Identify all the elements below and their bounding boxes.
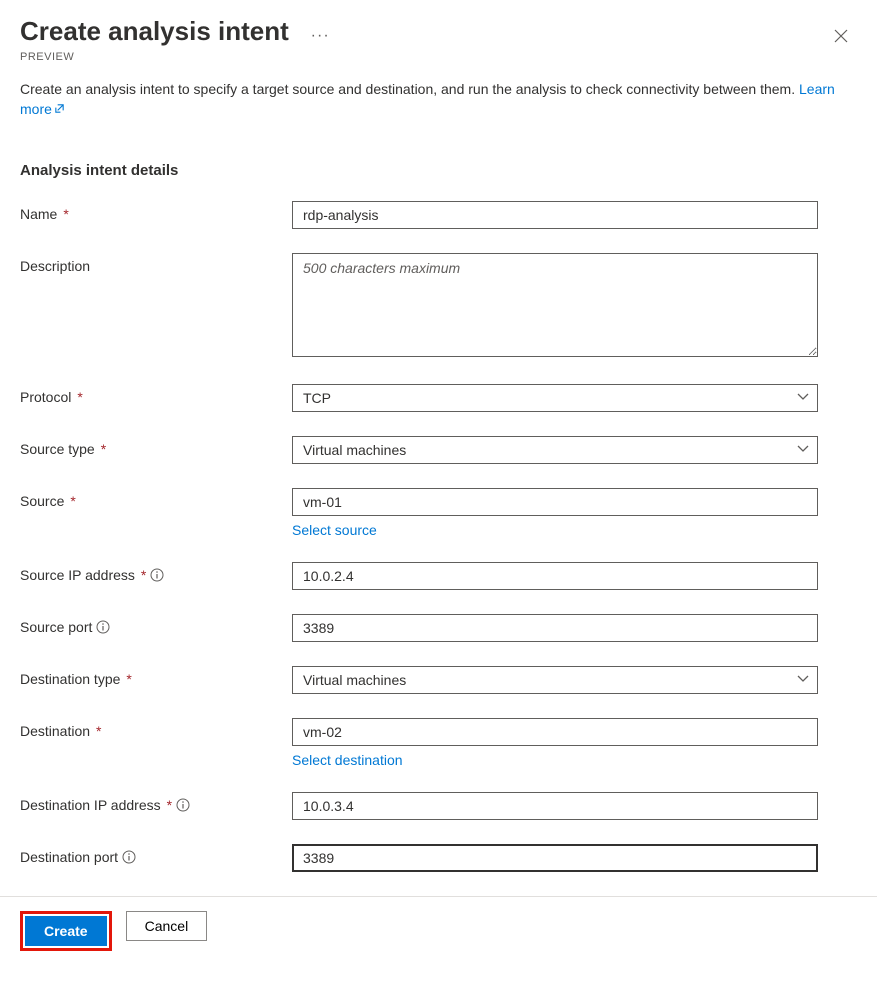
protocol-value: TCP (303, 390, 331, 406)
label-destination-type: Destination type* (20, 666, 292, 687)
protocol-select[interactable]: TCP (292, 384, 818, 412)
select-source-link[interactable]: Select source (292, 522, 377, 538)
label-description: Description (20, 253, 292, 274)
info-icon (122, 850, 136, 864)
chevron-down-icon (797, 442, 809, 458)
label-destination-ip: Destination IP address* (20, 792, 292, 813)
intro-text: Create an analysis intent to specify a t… (20, 79, 857, 120)
source-ip-input[interactable] (292, 562, 818, 590)
cancel-button[interactable]: Cancel (126, 911, 208, 941)
chevron-down-icon (797, 672, 809, 688)
info-icon (176, 798, 190, 812)
description-input[interactable] (292, 253, 818, 357)
page-title: Create analysis intent (20, 16, 289, 47)
external-link-icon (54, 103, 65, 114)
more-icon[interactable]: ··· (311, 27, 330, 45)
label-name: Name* (20, 201, 292, 222)
info-icon (150, 568, 164, 582)
label-source-port: Source port (20, 614, 292, 635)
select-destination-link[interactable]: Select destination (292, 752, 403, 768)
label-protocol: Protocol* (20, 384, 292, 405)
chevron-down-icon (797, 390, 809, 406)
source-input[interactable] (292, 488, 818, 516)
label-source-ip: Source IP address* (20, 562, 292, 583)
destination-type-select[interactable]: Virtual machines (292, 666, 818, 694)
section-title-details: Analysis intent details (20, 162, 857, 179)
destination-ip-input[interactable] (292, 792, 818, 820)
source-type-select[interactable]: Virtual machines (292, 436, 818, 464)
info-icon (96, 620, 110, 634)
preview-tag: Preview (20, 51, 825, 63)
create-button[interactable]: Create (25, 916, 107, 946)
name-input[interactable] (292, 201, 818, 229)
create-button-highlight: Create (20, 911, 112, 951)
source-port-input[interactable] (292, 614, 818, 642)
destination-port-input[interactable] (292, 844, 818, 872)
label-destination: Destination* (20, 718, 292, 739)
intro-text-body: Create an analysis intent to specify a t… (20, 81, 795, 97)
label-destination-port: Destination port (20, 844, 292, 865)
label-source-type: Source type* (20, 436, 292, 457)
source-type-value: Virtual machines (303, 442, 406, 458)
close-icon (834, 29, 848, 43)
close-button[interactable] (825, 20, 857, 52)
destination-type-value: Virtual machines (303, 672, 406, 688)
label-source: Source* (20, 488, 292, 509)
destination-input[interactable] (292, 718, 818, 746)
